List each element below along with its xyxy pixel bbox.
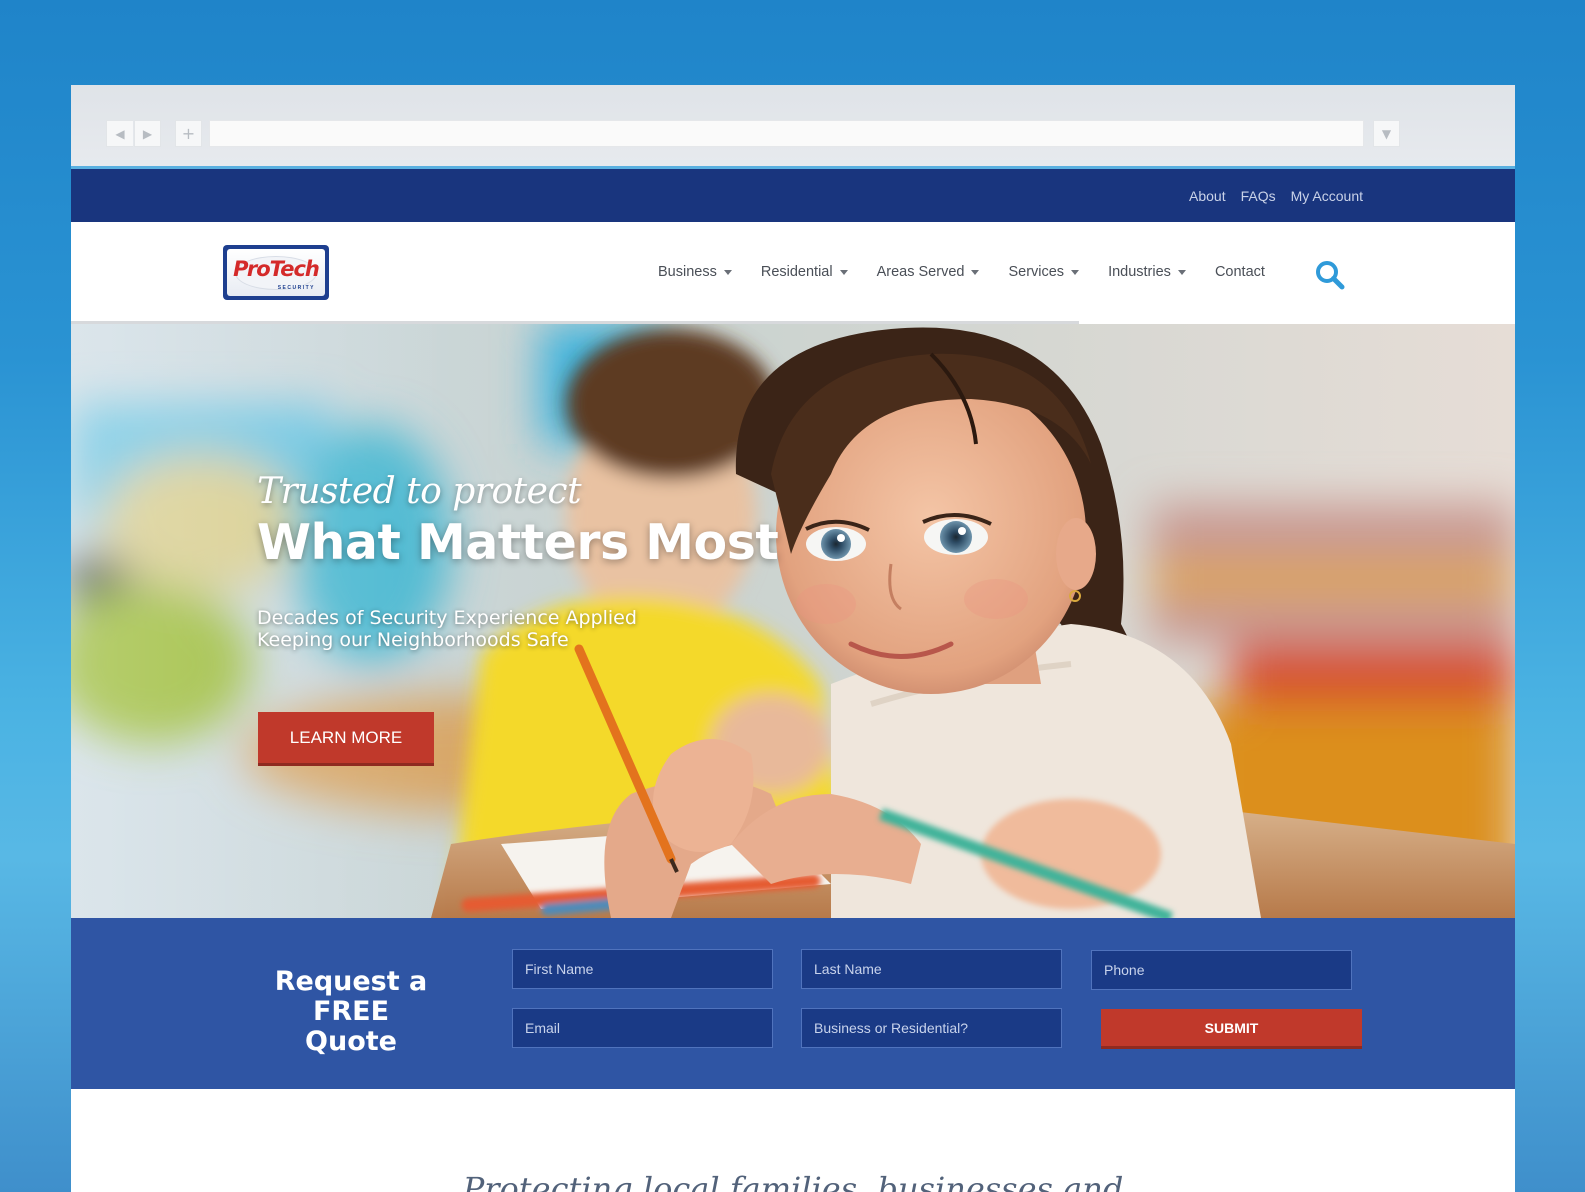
hero-tagline: Trusted to protect: [257, 471, 582, 512]
utility-link-my-account[interactable]: My Account: [1291, 188, 1363, 204]
nav-label: Business: [658, 264, 717, 280]
forward-arrow-icon[interactable]: ▶: [134, 120, 161, 147]
business-or-residential-select[interactable]: Business or Residential?: [801, 1008, 1062, 1048]
last-name-field[interactable]: Last Name: [801, 949, 1062, 989]
hero-banner: Trusted to protect What Matters Most Dec…: [71, 324, 1515, 918]
phone-field[interactable]: Phone: [1091, 950, 1352, 990]
nav-item-business[interactable]: Business: [658, 264, 732, 280]
logo-text: ProTech: [233, 257, 320, 281]
protech-logo[interactable]: ProTech SECURITY: [223, 245, 329, 300]
logo-subtext: SECURITY: [277, 285, 315, 291]
utility-bar: About FAQs My Account: [71, 169, 1515, 222]
caret-down-icon: [723, 269, 732, 275]
caret-down-icon: [1177, 269, 1186, 275]
utility-nav: About FAQs My Account: [1189, 169, 1363, 222]
quote-form-title: Request a FREE Quote: [241, 967, 461, 1057]
nav-label: Residential: [760, 264, 833, 280]
nav-item-industries[interactable]: Industries: [1108, 264, 1186, 280]
nav-item-residential[interactable]: Residential: [761, 264, 848, 280]
hero-subtitle-line: Keeping our Neighborhoods Safe: [257, 629, 569, 651]
nav-label: Contact: [1214, 264, 1265, 280]
address-bar[interactable]: [209, 120, 1364, 147]
utility-link-about[interactable]: About: [1189, 188, 1226, 204]
hero-subtitle: Decades of Security Experience Applied K…: [257, 607, 637, 651]
nav-item-contact[interactable]: Contact: [1215, 264, 1265, 280]
caret-down-icon: [1071, 269, 1080, 275]
utility-link-faqs[interactable]: FAQs: [1241, 188, 1276, 204]
main-nav: Business Residential Areas Served Servic…: [658, 222, 1265, 322]
new-tab-icon[interactable]: +: [175, 120, 202, 147]
nav-label: Industries: [1108, 264, 1171, 280]
nav-item-areas-served[interactable]: Areas Served: [877, 264, 980, 280]
quote-form: Request a FREE Quote First Name Last Nam…: [71, 918, 1515, 1089]
hero-subtitle-line: Decades of Security Experience Applied: [257, 607, 637, 629]
browser-menu-icon[interactable]: ▼: [1373, 120, 1400, 147]
email-field[interactable]: Email: [512, 1008, 773, 1048]
nav-item-services[interactable]: Services: [1008, 264, 1080, 280]
learn-more-button[interactable]: LEARN MORE: [258, 712, 434, 766]
site-header: ProTech SECURITY Business Residential Ar…: [71, 222, 1515, 325]
nav-label: Services: [1008, 264, 1065, 280]
first-name-field[interactable]: First Name: [512, 949, 773, 989]
submit-button[interactable]: SUBMIT: [1101, 1009, 1362, 1049]
nav-label: Areas Served: [876, 264, 965, 280]
back-arrow-icon[interactable]: ◀: [106, 120, 133, 147]
hero-headline: What Matters Most: [257, 514, 779, 571]
section-heading: Protecting local families, businesses an…: [462, 1170, 1124, 1192]
quote-title-line: Quote: [305, 1026, 397, 1057]
logo-badge: ProTech SECURITY: [227, 249, 325, 296]
quote-title-line: Request a FREE: [274, 966, 428, 1027]
search-icon[interactable]: [1314, 259, 1346, 291]
browser-window: ◀ ▶ + ▼ About FAQs My Account ProTech SE…: [71, 85, 1515, 1192]
browser-toolbar: ◀ ▶ + ▼: [71, 85, 1515, 169]
caret-down-icon: [971, 269, 980, 275]
caret-down-icon: [839, 269, 848, 275]
